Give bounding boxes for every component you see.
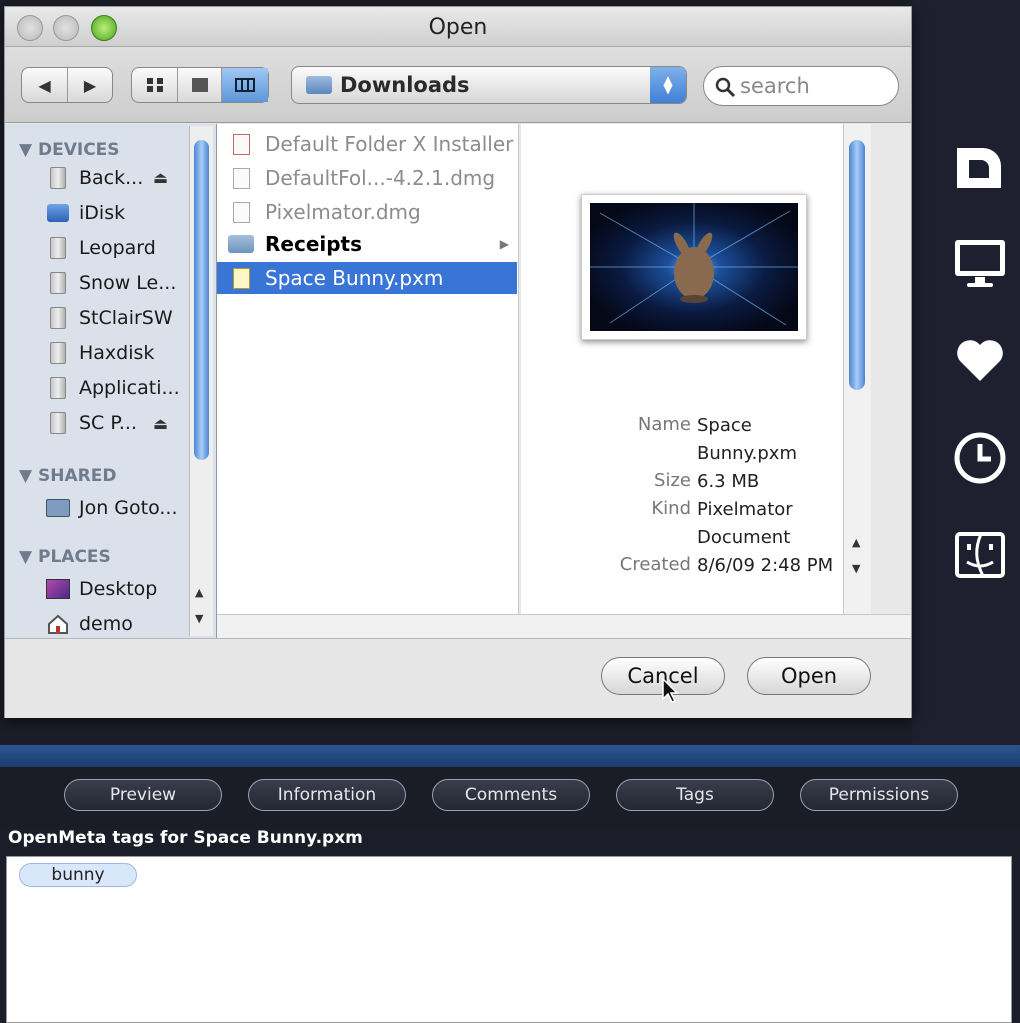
tag-token[interactable]: bunny bbox=[19, 863, 137, 887]
home-icon bbox=[48, 614, 68, 634]
open-button[interactable]: Open bbox=[747, 657, 871, 695]
meta-size-key: Size bbox=[654, 470, 691, 491]
preview-scroll-thumb[interactable] bbox=[849, 140, 865, 390]
dmg-icon bbox=[232, 201, 250, 223]
list-item[interactable]: Default Folder X Installer bbox=[217, 128, 517, 160]
sidebar-scroll-thumb[interactable] bbox=[194, 140, 209, 460]
preview-column: Name Space Bunny.pxm Size 6.3 MB Kind Pi… bbox=[521, 124, 843, 614]
popup-arrows-icon[interactable]: ▲ ▼ bbox=[650, 67, 686, 103]
sidebar-item-leopard[interactable]: Leopard bbox=[45, 234, 156, 262]
sidebar-item-desktop[interactable]: Desktop bbox=[45, 575, 157, 603]
space-bunny-image bbox=[590, 203, 798, 331]
column-view-icon[interactable] bbox=[222, 68, 268, 102]
tags-caption: OpenMeta tags for Space Bunny.pxm bbox=[8, 828, 363, 848]
inspector-tab-bar: Preview Information Comments Tags Permis… bbox=[0, 767, 1020, 829]
document-icon[interactable] bbox=[950, 138, 1010, 198]
list-item[interactable]: Receipts ▶ bbox=[217, 228, 517, 260]
horizontal-scrollbar[interactable] bbox=[217, 614, 911, 638]
sidebar-item-demo[interactable]: demo bbox=[45, 610, 133, 638]
list-item[interactable]: Pixelmator.dmg bbox=[217, 196, 517, 228]
sidebar-item-shared-computer[interactable]: Jon Goto... bbox=[45, 494, 178, 522]
chevron-right-icon: ▶ bbox=[499, 237, 509, 251]
nav-segment: ◀ ▶ bbox=[21, 67, 113, 103]
shared-header: ▼ SHARED bbox=[19, 466, 117, 486]
scroll-up-arrow-icon[interactable]: ▲ bbox=[852, 536, 860, 549]
meta-size-value: 6.3 MB bbox=[697, 471, 760, 492]
forward-arrow-icon[interactable]: ▶ bbox=[68, 68, 112, 102]
scroll-down-arrow-icon[interactable]: ▼ bbox=[852, 562, 860, 575]
desktop-icon bbox=[46, 579, 70, 599]
back-arrow-icon[interactable]: ◀ bbox=[22, 68, 68, 102]
installer-icon bbox=[232, 133, 250, 155]
tab-information[interactable]: Information bbox=[248, 779, 406, 811]
list-item-selected[interactable]: Space Bunny.pxm bbox=[217, 262, 517, 294]
scroll-up-arrow-icon[interactable]: ▲ bbox=[195, 586, 203, 599]
sidebar: ▼ DEVICES Back... ⏏ iDisk Leopard Snow L… bbox=[5, 124, 217, 638]
sidebar-item-snow-leopard[interactable]: Snow Le... bbox=[45, 269, 176, 297]
eject-icon[interactable]: ⏏ bbox=[153, 414, 168, 433]
mouse-cursor-icon bbox=[662, 677, 679, 703]
scroll-down-arrow-icon[interactable]: ▼ bbox=[195, 612, 203, 625]
file-column: Default Folder X Installer DefaultFol...… bbox=[217, 124, 519, 614]
meta-kind-key: Kind bbox=[651, 498, 691, 519]
eject-icon[interactable]: ⏏ bbox=[153, 168, 168, 187]
heart-icon[interactable] bbox=[950, 330, 1010, 390]
pxm-file-icon bbox=[232, 267, 250, 289]
toolbar: ◀ ▶ Downloads ▲ ▼ search bbox=[5, 47, 911, 123]
computer-icon bbox=[46, 499, 70, 517]
title-bar: Open bbox=[5, 7, 911, 47]
sidebar-item-applications[interactable]: Applicati... bbox=[45, 374, 180, 402]
search-placeholder: search bbox=[740, 74, 810, 98]
sidebar-item-sc-p[interactable]: SC P... bbox=[45, 409, 137, 437]
meta-name-value: Space Bunny.pxm bbox=[697, 415, 797, 464]
preview-scrollbar[interactable]: ▲ ▼ bbox=[843, 124, 871, 614]
tab-tags[interactable]: Tags bbox=[616, 779, 774, 811]
meta-created-value: 8/6/09 2:48 PM bbox=[697, 555, 834, 576]
sidebar-item-idisk[interactable]: iDisk bbox=[45, 199, 125, 227]
sidebar-item-back[interactable]: Back... bbox=[45, 164, 143, 192]
icon-view-icon[interactable] bbox=[132, 68, 178, 102]
tags-field[interactable]: bunny bbox=[6, 856, 1012, 1023]
view-mode-segment bbox=[131, 67, 269, 103]
screen: Open ◀ ▶ Downloads ▲ ▼ search ▼ DEVICES … bbox=[0, 0, 1020, 1023]
monitor-icon[interactable] bbox=[950, 234, 1010, 294]
meta-kind-value: Pixelmator Document bbox=[697, 499, 793, 548]
clock-icon[interactable] bbox=[950, 428, 1010, 488]
places-header: ▼ PLACES bbox=[19, 547, 111, 567]
folder-icon bbox=[228, 235, 254, 253]
divider-strip bbox=[0, 745, 1020, 767]
preview-thumbnail bbox=[581, 194, 807, 340]
meta-created-key: Created bbox=[619, 554, 691, 575]
sidebar-scrollbar[interactable]: ▲ ▼ bbox=[189, 126, 213, 636]
dialog-title: Open bbox=[428, 15, 488, 40]
sidebar-item-haxdisk[interactable]: Haxdisk bbox=[45, 339, 154, 367]
folder-icon bbox=[306, 76, 332, 94]
list-item[interactable]: DefaultFol...-4.2.1.dmg bbox=[217, 162, 517, 194]
list-view-icon[interactable] bbox=[178, 68, 222, 102]
tab-comments[interactable]: Comments bbox=[432, 779, 590, 811]
finder-icon[interactable] bbox=[950, 526, 1010, 586]
meta-name-key: Name bbox=[637, 414, 691, 435]
devices-header: ▼ DEVICES bbox=[19, 140, 120, 160]
location-label: Downloads bbox=[340, 73, 470, 97]
tab-preview[interactable]: Preview bbox=[64, 779, 222, 811]
sidebar-item-stclairsw[interactable]: StClairSW bbox=[45, 304, 173, 332]
dmg-icon bbox=[232, 167, 250, 189]
location-popup[interactable]: Downloads ▲ ▼ bbox=[291, 66, 687, 104]
open-dialog: Open ◀ ▶ Downloads ▲ ▼ search ▼ DEVICES … bbox=[4, 6, 912, 718]
idisk-icon bbox=[47, 204, 69, 222]
search-field[interactable]: search bbox=[703, 66, 899, 106]
search-icon bbox=[715, 77, 736, 98]
tab-permissions[interactable]: Permissions bbox=[800, 779, 958, 811]
button-bar: Cancel Open bbox=[5, 638, 911, 718]
